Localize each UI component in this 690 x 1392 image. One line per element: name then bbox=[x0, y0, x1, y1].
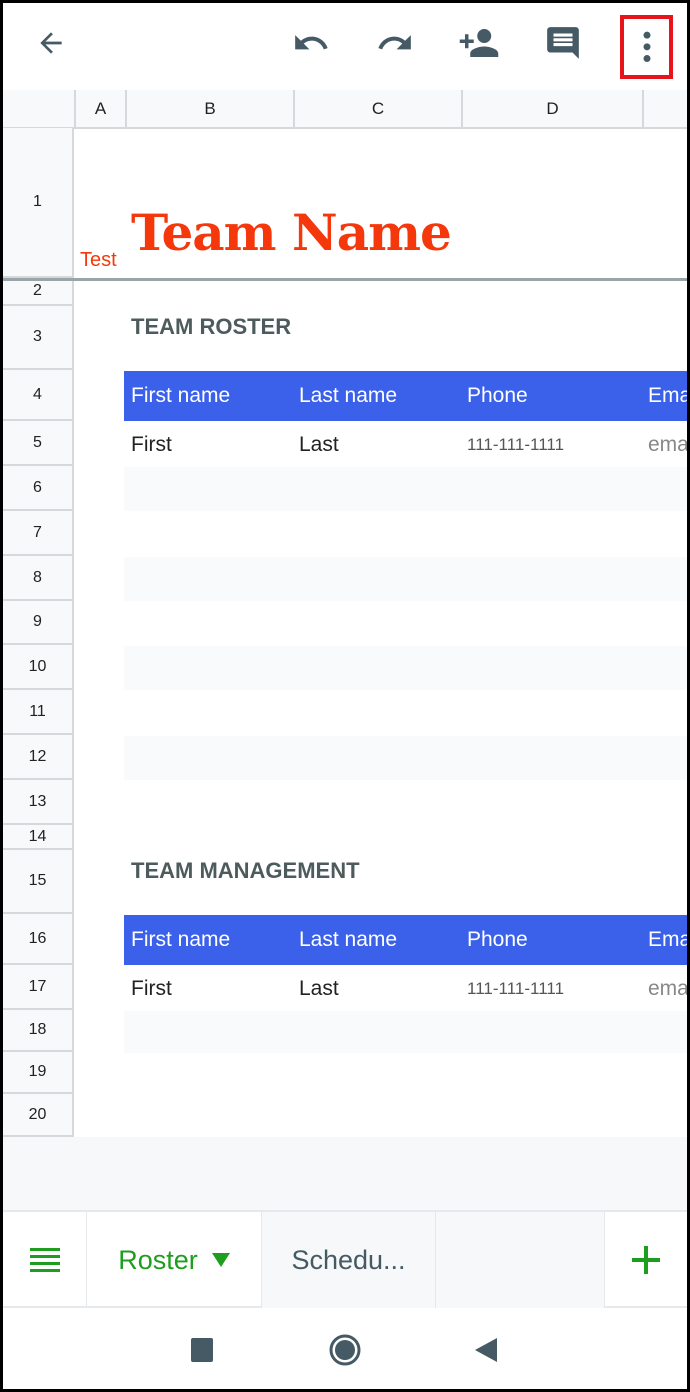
row-header-19[interactable]: 19 bbox=[3, 1052, 74, 1094]
roster-stripe-row bbox=[124, 736, 687, 780]
row-header-14[interactable]: 14 bbox=[3, 825, 74, 850]
cell-email[interactable]: ema bbox=[648, 977, 687, 1001]
system-nav-bar bbox=[3, 1308, 687, 1389]
row-header-1[interactable]: 1 bbox=[3, 128, 74, 278]
all-sheets-button[interactable] bbox=[3, 1212, 86, 1308]
cell-last[interactable]: Last bbox=[299, 977, 339, 1001]
undo-icon[interactable] bbox=[289, 21, 333, 65]
column-header-e[interactable] bbox=[642, 90, 687, 127]
management-table-header: First name Last name Phone Ema bbox=[124, 915, 687, 965]
row-header-15[interactable]: 15 bbox=[3, 850, 74, 914]
header-last-name[interactable]: Last name bbox=[299, 384, 397, 408]
tab-schedule-label: Schedu... bbox=[291, 1244, 406, 1275]
cell-a1-text[interactable]: Test bbox=[80, 249, 117, 272]
header-first-name[interactable]: First name bbox=[131, 928, 230, 952]
column-header-bar: A B C D bbox=[3, 90, 687, 129]
team-roster-heading[interactable]: TEAM ROSTER bbox=[131, 314, 291, 340]
cell-phone[interactable]: 111-111-1111 bbox=[467, 435, 564, 455]
more-options-button[interactable] bbox=[620, 15, 673, 79]
row-header-10[interactable]: 10 bbox=[3, 645, 74, 690]
sheet-tabs-bar: Roster Schedu... bbox=[3, 1210, 687, 1308]
tab-roster[interactable]: Roster bbox=[86, 1212, 261, 1308]
roster-stripe-row bbox=[124, 646, 687, 690]
cell-phone[interactable]: 111-111-1111 bbox=[467, 979, 564, 999]
header-email[interactable]: Ema bbox=[648, 384, 687, 408]
row-header-4[interactable]: 4 bbox=[3, 370, 74, 421]
row-header-2[interactable]: 2 bbox=[3, 278, 74, 306]
list-menu-icon bbox=[29, 1248, 60, 1272]
team-management-heading[interactable]: TEAM MANAGEMENT bbox=[131, 858, 360, 884]
home-circle-icon[interactable] bbox=[329, 1334, 361, 1366]
column-header-c[interactable]: C bbox=[293, 90, 461, 127]
cell-last[interactable]: Last bbox=[299, 433, 339, 457]
redo-icon[interactable] bbox=[373, 21, 417, 65]
row-header-8[interactable]: 8 bbox=[3, 556, 74, 601]
roster-table-header: First name Last name Phone Ema bbox=[124, 371, 687, 421]
column-header-a[interactable]: A bbox=[74, 90, 125, 127]
row-header-11[interactable]: 11 bbox=[3, 690, 74, 735]
header-first-name[interactable]: First name bbox=[131, 384, 230, 408]
management-row: First Last 111-111-1111 ema bbox=[124, 966, 687, 1011]
cell-email[interactable]: ema bbox=[648, 433, 687, 457]
column-header-d[interactable]: D bbox=[461, 90, 642, 127]
row-header-6[interactable]: 6 bbox=[3, 466, 74, 511]
header-phone[interactable]: Phone bbox=[467, 928, 528, 952]
sheet-empty-area bbox=[3, 1137, 687, 1210]
row-header-17[interactable]: 17 bbox=[3, 965, 74, 1010]
cell-first[interactable]: First bbox=[131, 977, 172, 1001]
roster-stripe-row bbox=[124, 557, 687, 601]
cell-first[interactable]: First bbox=[131, 433, 172, 457]
recents-square-icon[interactable] bbox=[191, 1338, 213, 1362]
row-header-7[interactable]: 7 bbox=[3, 511, 74, 556]
add-person-icon[interactable] bbox=[457, 21, 501, 65]
screen: A B C D 1 2 3 4 5 6 7 8 9 10 11 12 13 14 15 16 17 18 19 20 … bbox=[3, 3, 687, 1389]
frozen-row-divider[interactable] bbox=[3, 278, 687, 281]
tab-roster-label: Roster bbox=[118, 1244, 198, 1275]
header-email[interactable]: Ema bbox=[648, 928, 687, 952]
team-name-title[interactable]: Team Name bbox=[131, 203, 452, 262]
management-stripe-row bbox=[124, 1011, 687, 1053]
dropdown-triangle-icon[interactable] bbox=[211, 1253, 230, 1267]
row-header-12[interactable]: 12 bbox=[3, 735, 74, 780]
tab-schedule[interactable]: Schedu... bbox=[261, 1212, 435, 1308]
add-sheet-button[interactable] bbox=[604, 1212, 687, 1308]
row-header-20[interactable]: 20 bbox=[3, 1094, 74, 1137]
row-header-18[interactable]: 18 bbox=[3, 1010, 74, 1052]
plus-icon bbox=[632, 1246, 660, 1274]
row-header-9[interactable]: 9 bbox=[3, 601, 74, 645]
row-header-3[interactable]: 3 bbox=[3, 306, 74, 370]
back-triangle-icon[interactable] bbox=[475, 1338, 497, 1362]
header-phone[interactable]: Phone bbox=[467, 384, 528, 408]
comment-icon[interactable] bbox=[541, 21, 585, 65]
row-header-5[interactable]: 5 bbox=[3, 421, 74, 466]
row-header-13[interactable]: 13 bbox=[3, 780, 74, 825]
roster-row: First Last 111-111-1111 ema bbox=[124, 422, 687, 467]
header-last-name[interactable]: Last name bbox=[299, 928, 397, 952]
column-header-b[interactable]: B bbox=[125, 90, 293, 127]
roster-stripe-row bbox=[124, 467, 687, 511]
back-arrow-icon[interactable] bbox=[29, 21, 73, 65]
row-header-16[interactable]: 16 bbox=[3, 914, 74, 965]
tab-empty-area bbox=[435, 1212, 604, 1308]
